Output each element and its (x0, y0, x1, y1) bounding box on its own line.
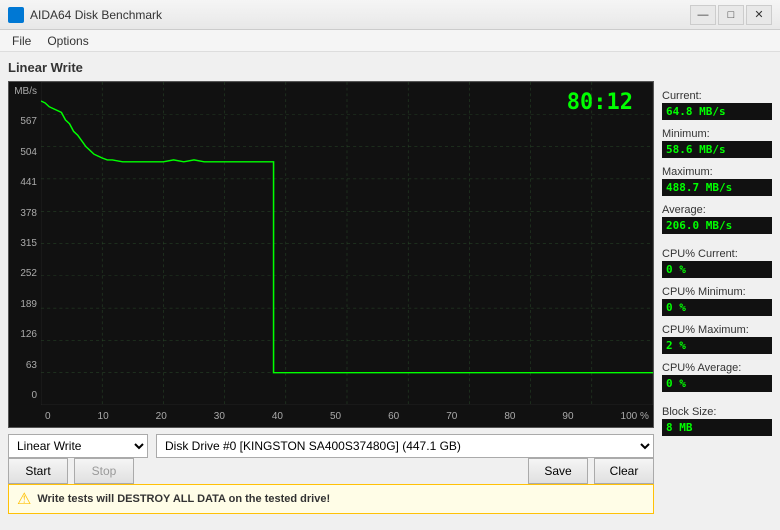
cpu-maximum-value: 2 % (662, 337, 772, 354)
title-bar: AIDA64 Disk Benchmark — □ ✕ (0, 0, 780, 30)
start-button[interactable]: Start (8, 458, 68, 484)
cpu-average-label: CPU% Average: (662, 362, 772, 374)
chart-container: MB/s 567 504 441 378 315 252 189 126 63 … (8, 81, 654, 428)
minimize-button[interactable]: — (690, 5, 716, 25)
cpu-maximum-label: CPU% Maximum: (662, 324, 772, 336)
minimum-value: 58.6 MB/s (662, 141, 772, 158)
window-controls: — □ ✕ (690, 5, 772, 25)
chart-svg (41, 82, 653, 405)
block-size-label: Block Size: (662, 406, 772, 418)
x-label-40: 40 (272, 411, 283, 422)
block-size-value: 8 MB (662, 419, 772, 436)
right-panel: Current: 64.8 MB/s Minimum: 58.6 MB/s Ma… (662, 60, 772, 514)
stat-current: Current: 64.8 MB/s (662, 90, 772, 120)
minimum-label: Minimum: (662, 128, 772, 140)
x-label-70: 70 (446, 411, 457, 422)
y-label-189: 189 (20, 299, 37, 310)
stat-cpu-maximum: CPU% Maximum: 2 % (662, 324, 772, 354)
y-label-315: 315 (20, 238, 37, 249)
warning-text: Write tests will DESTROY ALL DATA on the… (37, 493, 330, 505)
x-label-0: 0 (45, 411, 51, 422)
close-button[interactable]: ✕ (746, 5, 772, 25)
app-icon (8, 7, 24, 23)
y-label-567: 567 (20, 116, 37, 127)
cpu-current-label: CPU% Current: (662, 248, 772, 260)
cpu-minimum-value: 0 % (662, 299, 772, 316)
x-label-20: 20 (156, 411, 167, 422)
test-type-select[interactable]: Linear Write Linear Read Random Read Ran… (8, 434, 148, 458)
chart-area: Linear Write MB/s 567 504 441 378 315 25… (8, 60, 654, 514)
average-value: 206.0 MB/s (662, 217, 772, 234)
average-label: Average: (662, 204, 772, 216)
y-label-441: 441 (20, 177, 37, 188)
maximize-button[interactable]: □ (718, 5, 744, 25)
disk-select[interactable]: Disk Drive #0 [KINGSTON SA400S37480G] (4… (156, 434, 654, 458)
x-label-100: 100 % (621, 411, 649, 422)
x-label-50: 50 (330, 411, 341, 422)
stat-average: Average: 206.0 MB/s (662, 204, 772, 234)
y-axis-labels: MB/s 567 504 441 378 315 252 189 126 63 … (9, 82, 41, 405)
x-label-10: 10 (98, 411, 109, 422)
stat-cpu-average: CPU% Average: 0 % (662, 362, 772, 392)
maximum-label: Maximum: (662, 166, 772, 178)
cpu-minimum-label: CPU% Minimum: (662, 286, 772, 298)
menu-file[interactable]: File (4, 32, 39, 50)
stop-button[interactable]: Stop (74, 458, 134, 484)
y-label-mbs: MB/s (14, 86, 37, 97)
warning-icon: ⚠ (17, 489, 31, 509)
stat-cpu-current: CPU% Current: 0 % (662, 248, 772, 278)
y-label-0: 0 (31, 390, 37, 401)
y-label-63: 63 (26, 360, 37, 371)
save-button[interactable]: Save (528, 458, 588, 484)
clear-button[interactable]: Clear (594, 458, 654, 484)
current-value: 64.8 MB/s (662, 103, 772, 120)
stat-cpu-minimum: CPU% Minimum: 0 % (662, 286, 772, 316)
cpu-average-value: 0 % (662, 375, 772, 392)
x-label-90: 90 (562, 411, 573, 422)
y-label-378: 378 (20, 208, 37, 219)
window-title: AIDA64 Disk Benchmark (30, 8, 162, 22)
menu-bar: File Options (0, 30, 780, 52)
cpu-current-value: 0 % (662, 261, 772, 278)
x-axis-labels: 0 10 20 30 40 50 60 70 80 90 100 % (41, 405, 653, 427)
warning-bar: ⚠ Write tests will DESTROY ALL DATA on t… (8, 484, 654, 514)
y-label-126: 126 (20, 329, 37, 340)
y-label-252: 252 (20, 268, 37, 279)
bottom-section: Linear Write Linear Read Random Read Ran… (8, 434, 654, 514)
x-label-80: 80 (504, 411, 515, 422)
x-label-30: 30 (214, 411, 225, 422)
controls-row1: Linear Write Linear Read Random Read Ran… (8, 434, 654, 458)
maximum-value: 488.7 MB/s (662, 179, 772, 196)
menu-options[interactable]: Options (39, 32, 96, 50)
main-content: Linear Write MB/s 567 504 441 378 315 25… (0, 52, 780, 522)
stat-minimum: Minimum: 58.6 MB/s (662, 128, 772, 158)
y-label-504: 504 (20, 147, 37, 158)
stat-block-size: Block Size: 8 MB (662, 406, 772, 436)
chart-title: Linear Write (8, 60, 654, 75)
x-label-60: 60 (388, 411, 399, 422)
controls-row2: Start Stop Save Clear (8, 458, 654, 484)
current-label: Current: (662, 90, 772, 102)
stat-maximum: Maximum: 488.7 MB/s (662, 166, 772, 196)
